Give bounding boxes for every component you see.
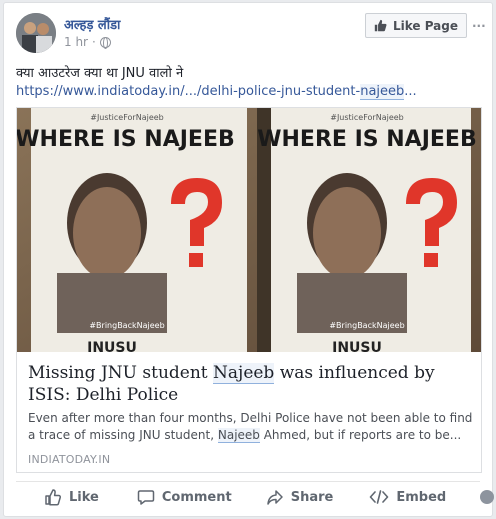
embed-label: Embed [396, 489, 447, 505]
page-name[interactable]: अल्हड़ लौंडा [64, 15, 120, 33]
reaction-face-icon [480, 490, 495, 504]
poster-left: #JusticeForNajeeb WHERE IS NAJEEB #Bring… [17, 108, 247, 352]
post-card: अल्हड़ लौंडा 1 hr · Like Page ··· क्या आ… [3, 2, 495, 517]
poster-right: #JusticeForNajeeb WHERE IS NAJEEB #Bring… [257, 108, 477, 352]
embed-button[interactable]: Embed [369, 488, 446, 506]
preview-image[interactable]: #JusticeForNajeeb WHERE IS NAJEEB #Bring… [17, 108, 481, 352]
like-page-label: Like Page [392, 18, 458, 33]
comment-icon [137, 490, 155, 505]
desc-highlight: Najeeb [217, 428, 260, 443]
post-link[interactable]: https://www.indiatoday.in/.../delhi-poli… [16, 83, 417, 101]
comment-label: Comment [161, 489, 232, 505]
share-button[interactable]: Share [266, 488, 334, 506]
comment-button[interactable]: Comment [137, 488, 232, 506]
headline-part-1: Missing JNU student [28, 363, 214, 383]
page-avatar[interactable] [16, 13, 56, 53]
poster-left-top-tag: #JusticeForNajeeb [90, 113, 164, 122]
like-label: Like [69, 489, 99, 505]
like-icon [45, 489, 62, 506]
poster-right-bottom-tag: #BringBackNajeeb [329, 321, 404, 330]
globe-icon [99, 36, 111, 49]
preview-source: INDIATODAY.IN [28, 453, 111, 466]
post-text: क्या आउटरेज क्या था JNU वालो ने [16, 66, 184, 81]
share-label: Share [290, 489, 334, 505]
post-actions-bar: Like Comment Share Embed [16, 482, 495, 512]
like-page-button[interactable]: Like Page [364, 13, 467, 38]
poster-right-strip: INUSU [332, 340, 382, 352]
poster-left-title: WHERE IS NAJEEB [17, 127, 235, 152]
poster-left-strip: INUSU [87, 340, 137, 352]
like-button[interactable]: Like [44, 488, 99, 506]
reaction-selector[interactable] [480, 490, 496, 504]
embed-icon [370, 490, 389, 504]
post-meta: 1 hr · [64, 35, 111, 49]
post-time[interactable]: 1 hr [64, 35, 88, 49]
link-preview[interactable]: #JusticeForNajeeb WHERE IS NAJEEB #Bring… [16, 107, 482, 473]
desc-part-2: Ahmed, but if reports are to be... [259, 428, 462, 442]
preview-description: Even after more than four months, Delhi … [28, 410, 474, 444]
link-prefix: https://www.indiatoday.in/.../delhi-poli… [16, 84, 361, 99]
link-highlight: najeeb [360, 84, 405, 100]
meta-separator: · [92, 35, 96, 49]
headline-highlight: Najeeb [213, 363, 275, 384]
poster-left-bottom-tag: #BringBackNajeeb [89, 321, 164, 330]
thumbs-up-icon [374, 19, 387, 32]
post-menu-button[interactable]: ··· [472, 19, 486, 33]
poster-right-title: WHERE IS NAJEEB [257, 127, 476, 152]
link-suffix: ... [404, 84, 417, 99]
share-icon [266, 490, 283, 505]
preview-headline[interactable]: Missing JNU student Najeeb was influence… [28, 362, 468, 406]
poster-right-top-tag: #JusticeForNajeeb [330, 113, 404, 122]
